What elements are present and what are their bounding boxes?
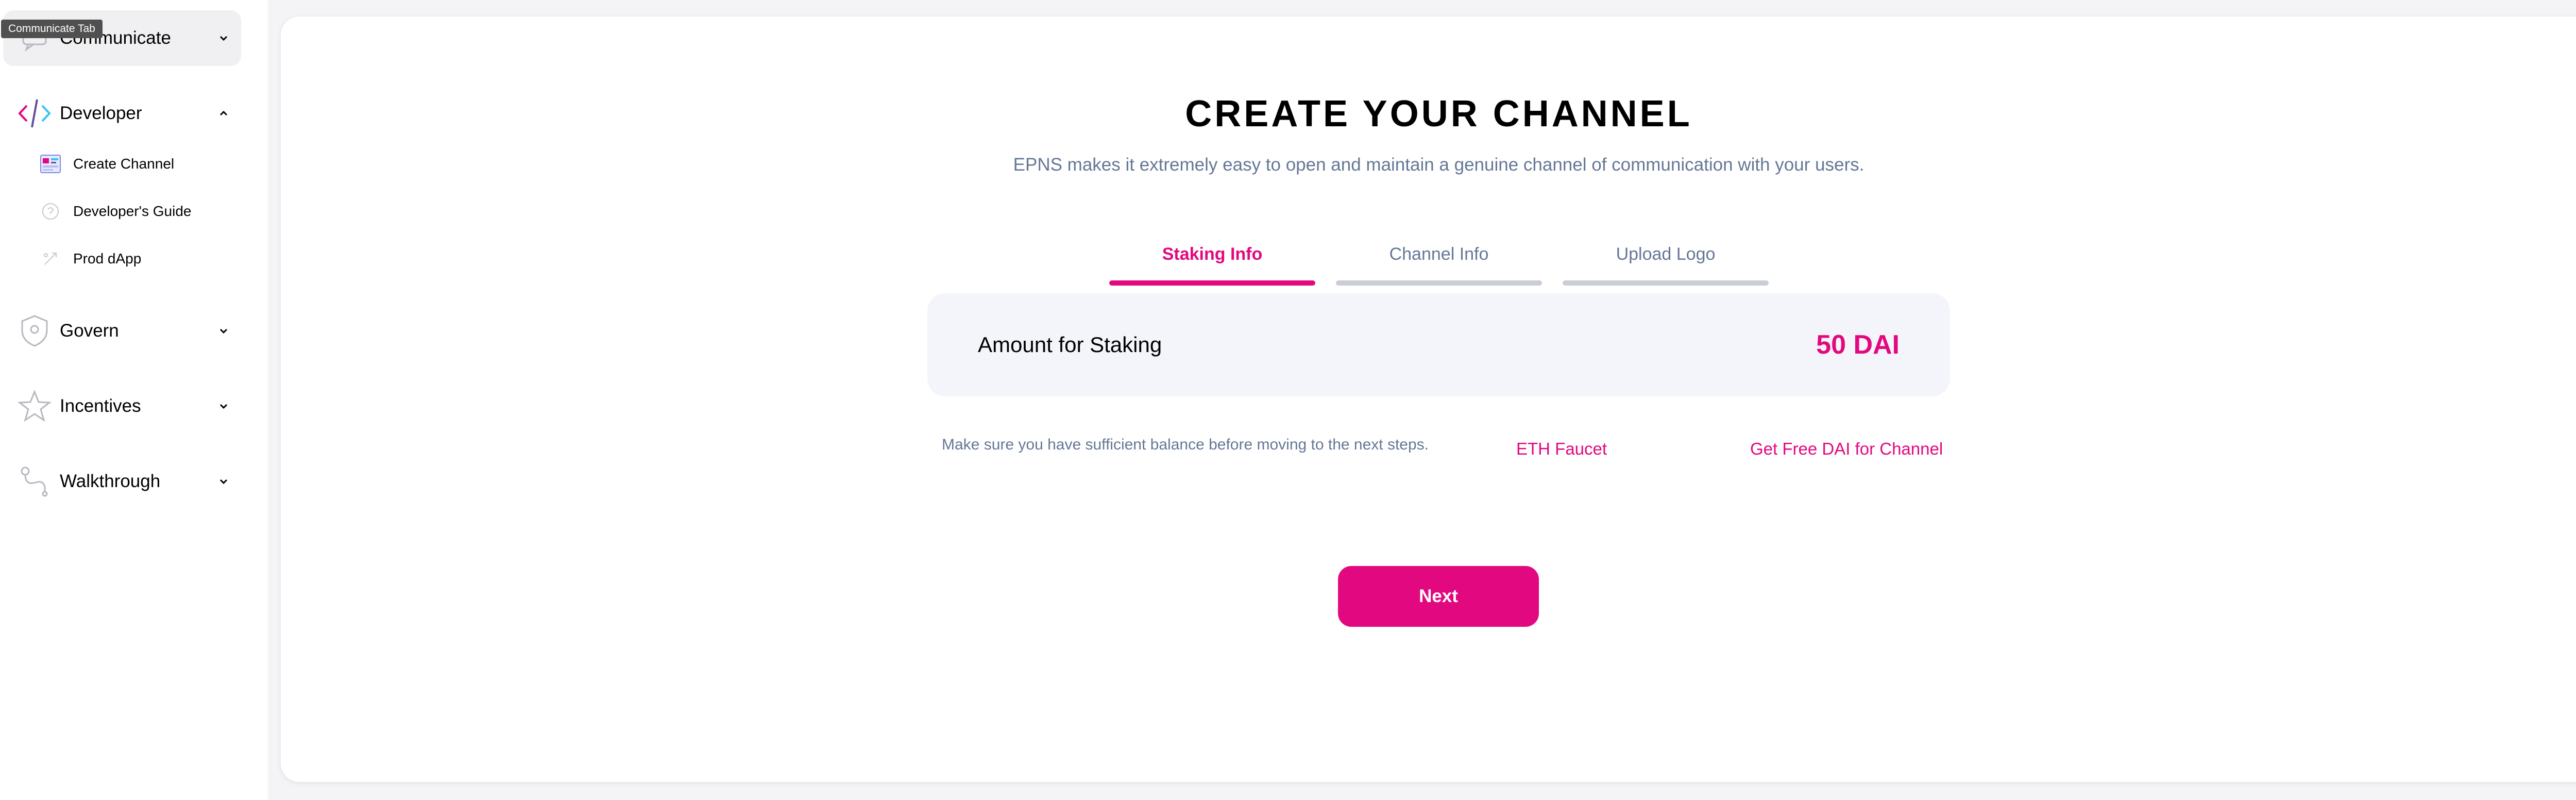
code-icon: [15, 94, 54, 132]
app-root: Communicate Tab Communicate Developer Cr…: [0, 0, 2576, 800]
sidebar-item-label: Developer's Guide: [73, 203, 192, 219]
tab-indicator: [1109, 280, 1315, 286]
staking-amount-value: 50 DAI: [1816, 330, 1900, 360]
tab-label: Channel Info: [1389, 244, 1489, 264]
tab-upload-logo[interactable]: Upload Logo: [1563, 224, 1769, 286]
tab-indicator: [1336, 280, 1542, 286]
prod-dapp-icon: [39, 247, 62, 270]
sidebar-item-label: Prod dApp: [73, 251, 142, 266]
eth-faucet-link[interactable]: ETH Faucet: [1516, 439, 1607, 459]
create-channel-icon: [39, 153, 62, 175]
communicate-tab-tooltip: Communicate Tab: [1, 20, 103, 38]
sidebar-item-developers-guide[interactable]: Developer's Guide: [39, 196, 245, 227]
next-button[interactable]: Next: [1338, 566, 1539, 627]
sidebar: Communicate Tab Communicate Developer Cr…: [0, 0, 268, 800]
staking-amount-box: Amount for Staking 50 DAI: [927, 293, 1950, 396]
page-title: CREATE YOUR CHANNEL: [1185, 93, 1692, 135]
sidebar-section-label: Govern: [60, 321, 119, 341]
tab-staking-info[interactable]: Staking Info: [1109, 224, 1315, 286]
chevron-down-icon[interactable]: [216, 31, 231, 45]
staking-amount-label: Amount for Staking: [978, 332, 1162, 357]
chevron-down-icon[interactable]: [216, 474, 231, 489]
sidebar-section-label: Incentives: [60, 396, 141, 416]
guide-icon: [39, 200, 62, 223]
sidebar-section-govern[interactable]: Govern: [3, 303, 241, 359]
tab-channel-info[interactable]: Channel Info: [1336, 224, 1542, 286]
chevron-down-icon[interactable]: [216, 324, 231, 338]
sidebar-section-label: Developer: [60, 103, 142, 123]
tab-label: Upload Logo: [1616, 244, 1716, 264]
balance-note: Make sure you have sufficient balance be…: [942, 436, 1429, 453]
tab-label: Staking Info: [1162, 244, 1263, 264]
chevron-down-icon[interactable]: [216, 399, 231, 413]
path-icon: [15, 462, 54, 501]
chevron-up-icon[interactable]: [216, 106, 231, 121]
create-channel-card: CREATE YOUR CHANNEL EPNS makes it extrem…: [281, 16, 2576, 782]
sidebar-item-prod-dapp[interactable]: Prod dApp: [39, 243, 245, 274]
page-subtitle: EPNS makes it extremely easy to open and…: [1013, 155, 1865, 175]
sidebar-section-communicate[interactable]: Communicate: [3, 10, 241, 66]
sidebar-section-developer[interactable]: Developer: [3, 86, 241, 141]
sidebar-section-walkthrough[interactable]: Walkthrough: [3, 454, 241, 509]
sidebar-section-label: Walkthrough: [60, 471, 161, 491]
sidebar-section-incentives[interactable]: Incentives: [3, 378, 241, 434]
shield-icon: [15, 312, 54, 350]
sidebar-item-create-channel[interactable]: Create Channel: [39, 148, 245, 179]
tab-indicator: [1563, 280, 1769, 286]
sidebar-item-label: Create Channel: [73, 156, 175, 172]
star-icon: [15, 387, 54, 425]
get-free-dai-link[interactable]: Get Free DAI for Channel: [1750, 439, 1943, 459]
